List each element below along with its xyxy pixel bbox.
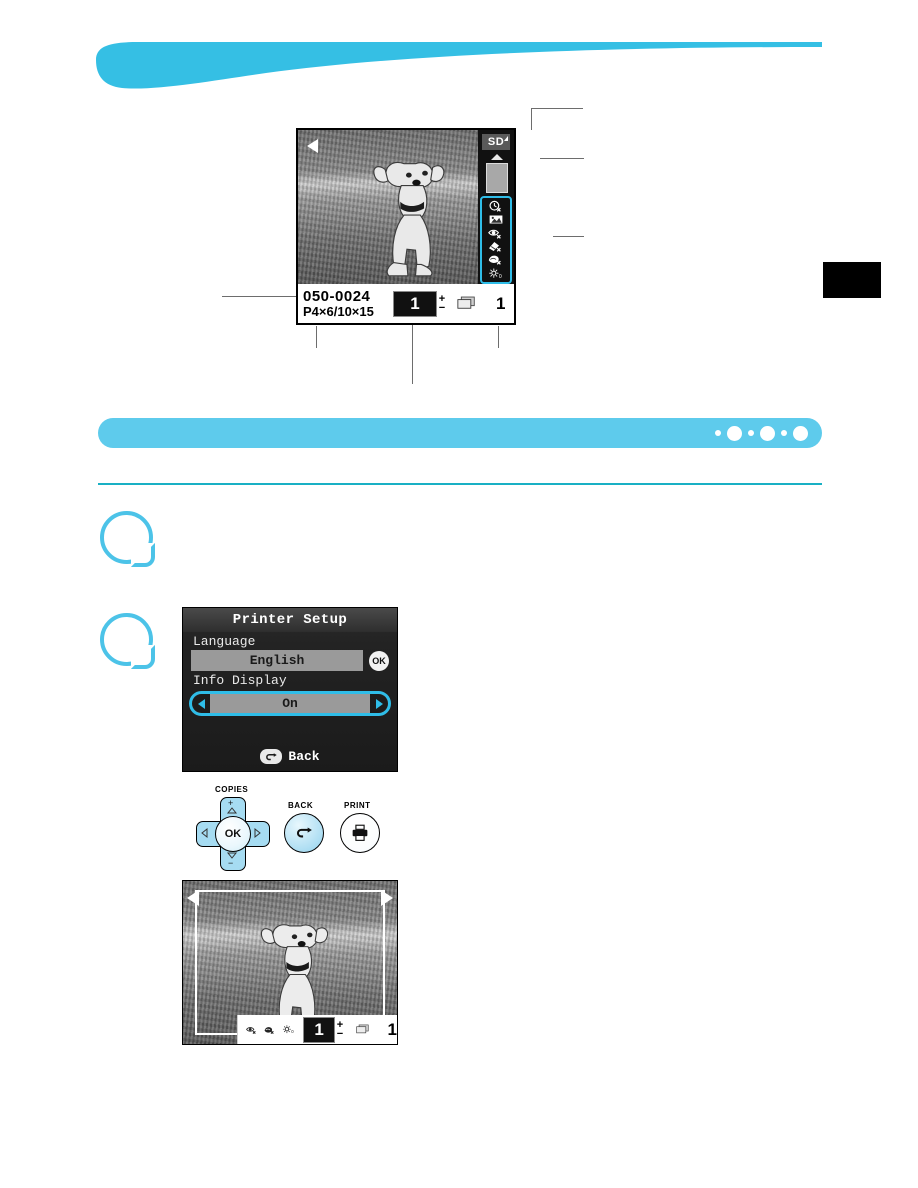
copies-value: 1: [314, 1020, 324, 1039]
menu-row-info-display[interactable]: On: [189, 691, 391, 716]
photo-info-bar-compact: 0 1 + − 1: [236, 1015, 397, 1044]
svg-text:0: 0: [499, 274, 502, 280]
info-display-left-arrow[interactable]: [192, 694, 210, 713]
trimming-off-icon: [488, 242, 501, 252]
file-number-text: 050-0024: [303, 287, 371, 305]
callout-line-status-icons: [553, 236, 584, 237]
photo-info-bar: 050-0024 P4×6/10×15 1 + − 1: [298, 284, 514, 323]
copies-stepper[interactable]: 1 + −: [303, 1016, 343, 1043]
callout-line-total-prints: [498, 326, 499, 348]
copies-value: 1: [410, 294, 420, 313]
callout-line-file-number: [222, 296, 300, 297]
info-display-value: On: [282, 696, 298, 711]
printer-setup-screen: Printer Setup Language English OK Info D…: [182, 607, 398, 772]
triangle-left-icon: [201, 827, 208, 839]
page-dot-large: [793, 425, 808, 441]
red-eye-correction-off-icon: [245, 1026, 256, 1034]
menu-title: Printer Setup: [183, 608, 397, 632]
step-bubble-1: [100, 511, 155, 567]
copies-plus-minus[interactable]: + −: [334, 1018, 346, 1042]
page-dot-large: [727, 425, 742, 441]
callout-line-card-slot: [531, 108, 532, 130]
pagination-dots: [715, 418, 808, 448]
print-stack-icon: [356, 1024, 369, 1034]
paper-size-text: P4×6/10×15: [303, 303, 374, 319]
printer-button-panel: COPIES BACK PRINT OK + −: [192, 785, 392, 871]
eject-triangle-icon: [491, 154, 503, 160]
return-arrow-icon: [297, 826, 312, 837]
copies-minus-label: −: [438, 301, 446, 314]
ok-chip-icon[interactable]: OK: [369, 650, 389, 671]
date-print-off-icon: [489, 200, 501, 212]
callout-line-copies: [412, 322, 413, 384]
trimming-off-icon: [264, 1026, 274, 1034]
status-column: SD 0: [478, 130, 514, 288]
page-dot-large: [760, 425, 775, 441]
total-prints-value: 1: [387, 1019, 397, 1039]
printer-icon: [352, 824, 368, 841]
page-dot-small: [781, 430, 787, 436]
dpad-control[interactable]: OK + −: [196, 797, 270, 871]
callout-line-card-slot: [531, 108, 583, 109]
page-dot-small: [748, 430, 754, 436]
file-number-print-icon: [489, 215, 503, 224]
back-caption: BACK: [288, 801, 314, 810]
ok-button[interactable]: OK: [215, 816, 251, 852]
bottom-lcd-screen: 0 1 + − 1: [182, 880, 398, 1045]
copies-minus-label: −: [336, 1027, 344, 1040]
previous-image-arrow-icon[interactable]: [187, 890, 199, 906]
next-image-arrow-icon[interactable]: [381, 890, 393, 906]
trimming-frame: [195, 890, 385, 1035]
top-lcd-screen: SD 0 050-0024 P4×6/10×15 1 + − 1: [296, 128, 516, 325]
menu-item-label-info-display: Info Display: [193, 673, 287, 688]
dog-photo-subject: [373, 162, 445, 277]
copies-caption: COPIES: [215, 785, 249, 794]
image-optimize-off-icon: [488, 256, 501, 266]
sd-card-badge: SD: [482, 134, 510, 150]
total-prints-value: 1: [496, 293, 506, 313]
copies-plus-minus[interactable]: + −: [436, 292, 448, 316]
menu-row-language[interactable]: English OK: [183, 650, 397, 671]
page-dot-small: [715, 430, 721, 436]
info-display-right-arrow[interactable]: [370, 694, 388, 713]
print-caption: PRINT: [344, 801, 371, 810]
return-arrow-icon: [260, 749, 283, 764]
card-corner-icon: [504, 136, 508, 141]
back-button[interactable]: [284, 813, 324, 853]
language-value[interactable]: English: [191, 650, 363, 671]
menu-back-label: Back: [288, 749, 320, 764]
svg-text:−: −: [228, 858, 233, 867]
svg-text:0: 0: [291, 1029, 294, 1034]
print-stack-icon: [457, 296, 475, 309]
triangle-right-icon: [254, 827, 261, 839]
step-bubble-2: [100, 613, 155, 669]
header-swoosh-decoration: [96, 42, 822, 89]
menu-back-row[interactable]: Back: [183, 749, 397, 764]
brightness-icon: 0: [282, 1025, 294, 1034]
triangle-up-icon: +: [226, 799, 238, 814]
brightness-icon: 0: [489, 268, 502, 280]
triangle-down-icon: −: [226, 852, 238, 867]
print-button[interactable]: [340, 813, 380, 853]
status-icon-group: 0: [480, 196, 512, 284]
callout-line-eject: [540, 158, 584, 159]
horizontal-rule: [98, 483, 822, 485]
ok-button-label: OK: [224, 828, 242, 840]
page-side-tab-marker: [823, 262, 881, 298]
memory-card-icon: [486, 163, 508, 193]
svg-text:+: +: [228, 799, 233, 808]
section-divider-bar: [98, 418, 822, 448]
copies-stepper[interactable]: 1 + −: [393, 290, 445, 317]
red-eye-correction-off-icon: [488, 229, 501, 239]
callout-line-paper-size: [316, 326, 317, 348]
menu-item-label-language: Language: [193, 634, 256, 649]
sd-card-label: SD: [487, 136, 505, 148]
previous-image-arrow-icon[interactable]: [307, 139, 318, 153]
